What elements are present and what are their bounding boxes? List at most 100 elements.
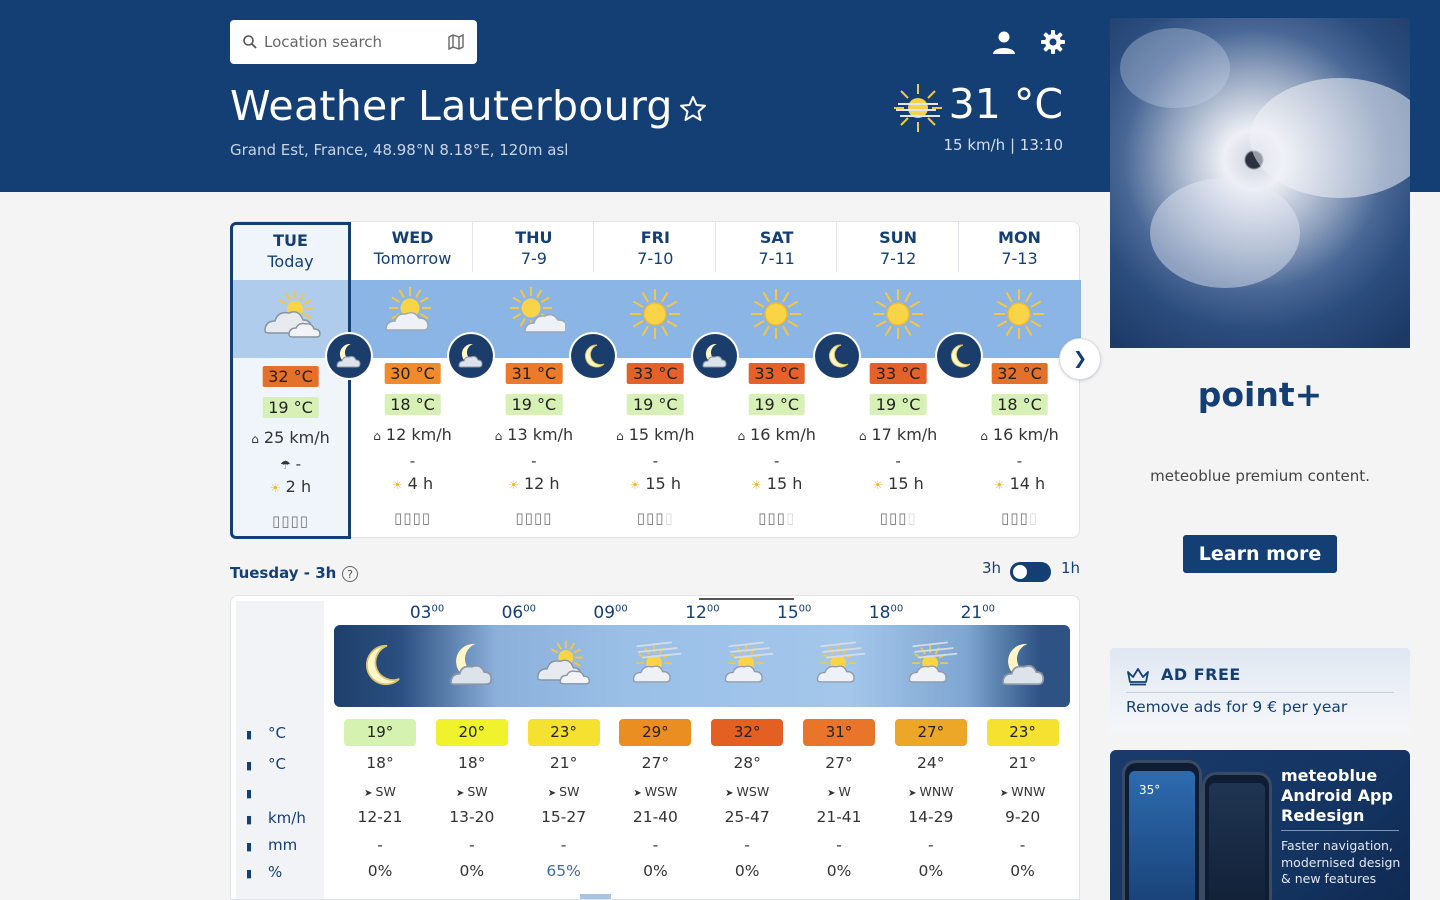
temp-badge: 20° [435, 719, 508, 746]
wind-range: 14-29 [908, 808, 954, 826]
wind-range: 25-47 [724, 808, 770, 826]
wind-range: 12-21 [357, 808, 403, 826]
min-temp-badge: 19 °C [869, 394, 927, 415]
wind-icon: ⌂ [737, 429, 746, 443]
precipitation: - [409, 452, 416, 470]
temp-badge: 32° [711, 719, 784, 746]
ad-free-text: Remove ads for 9 € per year [1126, 698, 1348, 716]
moon-cloud-icon [693, 334, 737, 378]
day-column[interactable]: SAT 7-11 33 °C 19 °C ⌂ 16 km/h - ☀ 15 h ▯▯… [716, 222, 838, 539]
toggle-3h-label[interactable]: 3h [982, 559, 1001, 577]
wind-direction: ➤ WNW [908, 784, 954, 799]
hourly-icon-strip [334, 625, 1070, 707]
row-label-temp: ▮ °C [246, 724, 286, 742]
row-label-prob: ▮% [246, 863, 283, 881]
moon-icon [815, 334, 859, 378]
precipitation-probability: 0% [918, 862, 944, 880]
precipitation: - [1016, 452, 1023, 470]
interval-toggle[interactable] [1010, 562, 1051, 582]
precipitation-probability: 0% [459, 862, 485, 880]
scrollbar[interactable] [580, 894, 611, 899]
cloud-swirl [1150, 178, 1300, 288]
day-date: Today [267, 252, 314, 271]
sun-small-icon: ☀ [269, 481, 281, 495]
moon-cloud-icon [449, 334, 493, 378]
max-temp-badge: 31 °C [505, 363, 563, 384]
felt-temp: 18° [458, 754, 486, 772]
favorite-star-icon[interactable] [678, 94, 708, 124]
map-icon[interactable] [447, 33, 465, 51]
android-app-promo[interactable]: 35° meteoblue Android App Redesign Faste… [1110, 750, 1410, 900]
page-title: Weather Lauterbourg [230, 82, 673, 130]
precipitation-amount: - [744, 836, 750, 854]
learn-more-button[interactable]: Learn more [1183, 535, 1337, 573]
row-label-dir: ▮ [246, 783, 268, 801]
current-time-marker [699, 598, 794, 600]
felt-temp: 24° [917, 754, 945, 772]
hour-label: 0900 [593, 603, 628, 623]
day-column[interactable]: SUN 7-12 33 °C 19 °C ⌂ 17 km/h - ☀ 15 h ▯▯… [838, 222, 959, 539]
wind-icon: ▮ [246, 813, 253, 826]
min-temp-badge: 19 °C [505, 394, 563, 415]
day-column[interactable]: THU 7-9 31 °C 19 °C ⌂ 13 km/h - ☀ 12 h ▯▯▯… [473, 222, 595, 539]
sunshine-hours: ☀ 2 h [269, 477, 312, 496]
row-label-wind: ▮ km/h [246, 809, 306, 827]
cloud-swirl [1250, 78, 1410, 198]
felt-temp: 21° [549, 754, 578, 772]
umbrella-icon: ☂ [279, 458, 291, 472]
row-label-prec: ▮ mm [246, 836, 298, 854]
sun-icon [623, 286, 687, 342]
day-date: 7-11 [758, 249, 795, 268]
day-column[interactable]: WED Tomorrow 30 °C 18 °C ⌂ 12 km/h - ☀ 4 h… [352, 222, 473, 539]
cloud-swirl [1120, 28, 1230, 108]
day-name: WED [391, 228, 434, 247]
hour-label: 1800 [868, 603, 904, 623]
search-input[interactable]: Location search [264, 33, 447, 51]
precipitation-probability: 65% [546, 862, 581, 880]
user-icon[interactable] [990, 28, 1018, 56]
wind-speed: ⌂ 16 km/h [737, 425, 816, 444]
day-date: 7-12 [879, 249, 917, 268]
day-column[interactable]: TUE Today 32 °C 19 °C ⌂ 25 km/h ☂ - ☀ 2 h ▯… [230, 222, 351, 539]
day-name: TUE [273, 231, 308, 250]
wind-arrow-icon: ➤ [633, 788, 642, 799]
hurricane-ad-image[interactable] [1110, 18, 1410, 348]
sunshine-hours: ☀ 14 h [993, 474, 1046, 493]
toggle-1h-label[interactable]: 1h [1061, 559, 1080, 577]
precipitation-probability: 0% [367, 862, 393, 880]
search-icon [243, 35, 257, 49]
wind-direction: ➤ SW [364, 784, 396, 799]
ad-free-banner[interactable]: AD FREE Remove ads for 9 € per year [1110, 648, 1410, 734]
moon-icon [350, 637, 410, 693]
day-name: THU [515, 228, 553, 247]
current-temperature: 31 °C [948, 80, 1063, 128]
predictability-indicator: ▯▯▯▯ [271, 512, 310, 530]
partly-cloudy-icon [380, 286, 444, 342]
day-column[interactable]: MON 7-13 32 °C 18 °C ⌂ 16 km/h - ☀ 14 h ▯▯… [959, 222, 1080, 539]
min-temp-badge: 18 °C [384, 394, 441, 415]
week-forecast: TUE Today 32 °C 19 °C ⌂ 25 km/h ☂ - ☀ 2 h ▯… [230, 221, 1081, 539]
temp-badge: 23° [527, 719, 600, 746]
predictability-indicator: ▯▯▯▯ [515, 509, 553, 527]
precipitation-amount: - [928, 836, 934, 854]
day-date: 7-10 [637, 249, 674, 268]
sun-small-icon: ☀ [508, 478, 519, 492]
sun-icon [744, 286, 808, 342]
wind-speed: ⌂ 25 km/h [251, 428, 330, 447]
moon-cloud-icon [994, 637, 1054, 693]
rain-probability-icon: ▮ [246, 867, 253, 880]
help-icon[interactable]: ? [342, 566, 358, 582]
felt-temp-icon: ▮ [246, 759, 253, 772]
wind-speed: ⌂ 16 km/h [980, 425, 1059, 444]
felt-temp: 21° [1008, 754, 1037, 772]
day-name: FRI [640, 228, 670, 247]
predictability-indicator: ▯▯▯▯ [393, 509, 432, 527]
location-search[interactable]: Location search [230, 20, 477, 64]
next-days-button[interactable]: ❯ [1059, 338, 1101, 380]
gear-icon[interactable] [1039, 28, 1067, 56]
day-column[interactable]: FRI 7-10 33 °C 19 °C ⌂ 15 km/h - ☀ 15 h ▯▯… [595, 222, 716, 539]
thermometer-icon: ▮ [246, 728, 253, 741]
sun-icon [987, 286, 1051, 342]
precipitation-amount: - [469, 836, 475, 854]
predictability-indicator: ▯▯▯▯ [636, 509, 674, 527]
